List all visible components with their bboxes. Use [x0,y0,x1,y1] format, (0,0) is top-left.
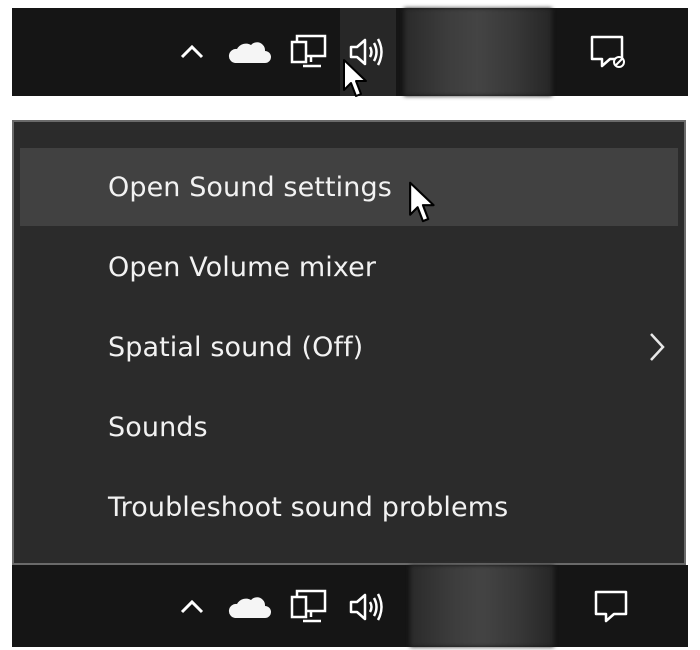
action-center-button[interactable] [582,26,634,78]
menu-item-label: Troubleshoot sound problems [108,491,509,523]
mouse-cursor-top [343,59,367,97]
chevron-up-icon [180,44,204,59]
show-hidden-icons-button[interactable] [170,30,214,74]
onedrive-button[interactable] [224,30,274,74]
network-button[interactable] [284,583,334,631]
action-center-icon [590,35,625,68]
menu-item-label: Open Volume mixer [108,251,377,283]
action-center-icon [594,590,628,623]
mouse-cursor-menu [409,181,435,223]
network-button[interactable] [284,28,334,76]
menu-item-sounds[interactable]: Sounds [20,388,678,466]
taskbar-bottom [12,565,688,647]
menu-item-open-sound-settings[interactable]: Open Sound settings [20,148,678,226]
clock-area-blurred[interactable] [410,565,554,647]
menu-item-label: Sounds [108,411,208,443]
onedrive-button[interactable] [224,585,274,629]
menu-item-spatial-sound[interactable]: Spatial sound (Off) [20,308,678,386]
show-hidden-icons-button[interactable] [170,585,214,629]
action-center-button[interactable] [586,581,638,633]
menu-item-label: Spatial sound (Off) [108,331,364,363]
volume-button[interactable] [342,583,394,631]
clock-area-blurred[interactable] [404,8,552,96]
volume-context-menu: Open Sound settings Open Volume mixer Sp… [12,120,686,565]
menu-item-label: Open Sound settings [108,171,392,203]
onedrive-cloud-icon [228,42,271,63]
menu-item-troubleshoot[interactable]: Troubleshoot sound problems [20,468,678,546]
chevron-right-icon [650,333,665,361]
screenshot: Open Sound settings Open Volume mixer Sp… [0,0,700,650]
menu-item-open-volume-mixer[interactable]: Open Volume mixer [20,228,678,306]
chevron-up-icon [180,599,204,614]
network-icon [290,589,327,623]
volume-icon [349,593,383,621]
onedrive-cloud-icon [228,597,271,618]
network-icon [290,34,327,68]
